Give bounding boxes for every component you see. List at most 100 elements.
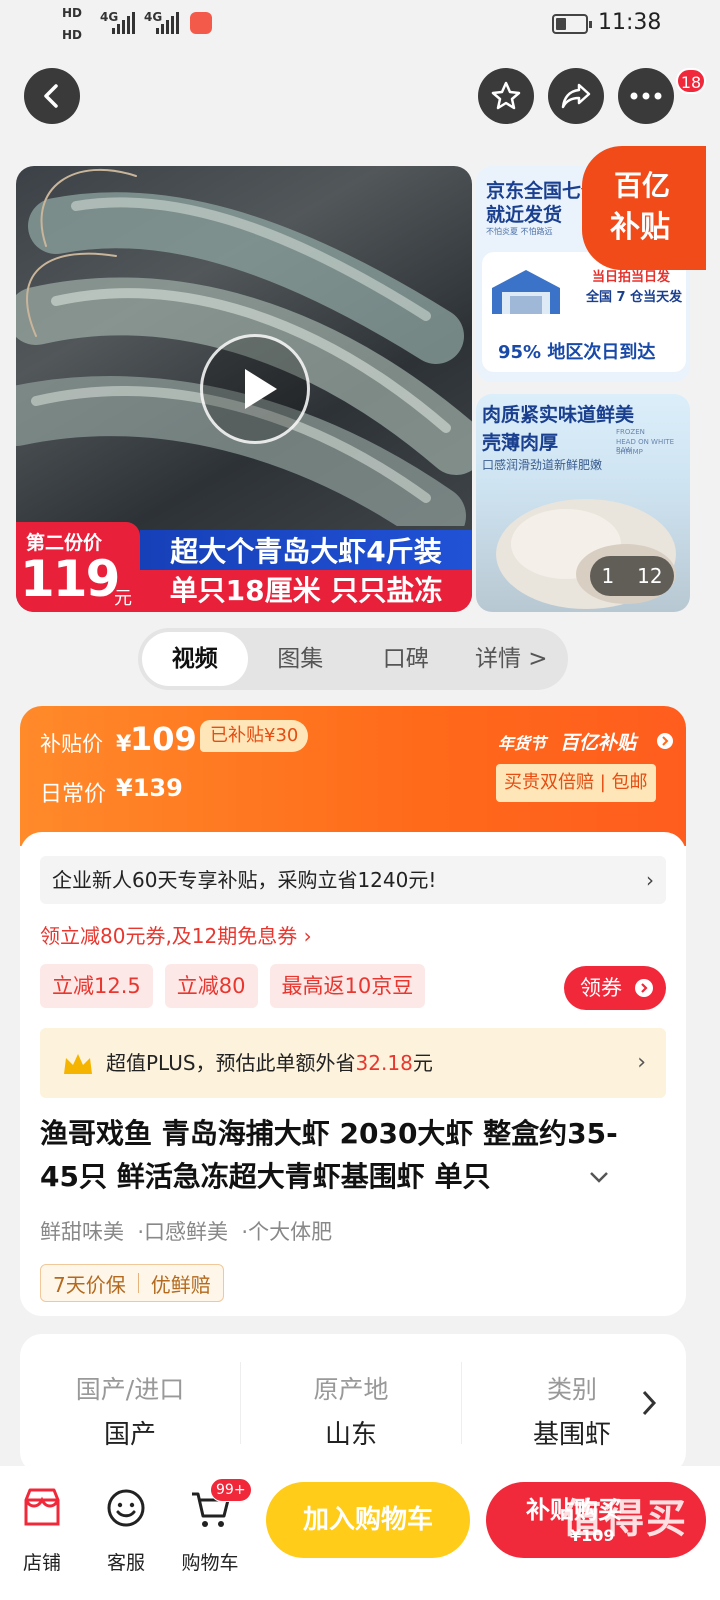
clock: 11:38: [598, 10, 662, 35]
app-notification-icon: [190, 12, 212, 34]
coupon-link[interactable]: 领立减80元券,及12期免息券 ›: [40, 920, 312, 949]
daily-price-label: 日常价: [40, 782, 107, 807]
back-button[interactable]: [24, 68, 80, 124]
chevron-left-icon: [44, 84, 58, 108]
enterprise-text: 企业新人60天专享补贴，采购立省1240元!: [52, 868, 437, 892]
attribute-value: 基围虾: [532, 1420, 611, 1450]
bottom-action-bar: 店铺 客服 99+ 购物车 加入购物车 补贴购买 ¥109 值得买 zhizhi…: [0, 1466, 720, 1600]
price-body: 企业新人60天专享补贴，采购立省1240元! › 领立减80元券,及12期免息券…: [20, 832, 686, 1316]
feature-item: 鲜甜味美: [40, 1220, 124, 1244]
thumb2-small-1: FROZEN: [616, 428, 645, 436]
subsidy-badge-top: 百亿: [614, 169, 671, 202]
get-coupon-label: 领券: [580, 976, 622, 1000]
hd-indicator-1: HD: [62, 6, 83, 20]
watermark-url: zhizhizhi.com: [568, 1576, 663, 1592]
discount-chip-1[interactable]: 立减12.5: [40, 964, 153, 1008]
service-tags[interactable]: 7天价保 优鲜赔: [40, 1264, 224, 1302]
plus-text-post: 元: [412, 1051, 433, 1075]
signal-icon-2: [156, 12, 179, 34]
main-product-video[interactable]: 第二份价 119 元 超大个青岛大虾4斤装 单只18厘米 只只盐冻: [16, 166, 472, 612]
attribute-origin-type: 国产/进口 国产: [20, 1334, 240, 1474]
plus-amount: 32.18: [355, 1051, 413, 1075]
discount-chip-3[interactable]: 最高返10京豆: [269, 964, 426, 1008]
play-icon[interactable]: [200, 334, 310, 444]
customer-service-icon: [107, 1489, 145, 1527]
price-tag-value: 119: [20, 550, 120, 608]
share-icon: [561, 83, 591, 109]
price-card: 补贴价 ¥ 109 已补贴¥30 日常价 ¥139 年货节 百亿补贴 买贵双倍赔…: [20, 706, 686, 1316]
thumb1-small-text: 不怕炎夏 不怕路远: [486, 227, 553, 236]
chevron-right-circle-icon: [635, 979, 653, 997]
guarantee-tag: 买贵双倍赔 | 包邮: [496, 764, 656, 802]
attribute-key: 原产地: [313, 1375, 389, 1404]
gallery-pager: 1 12: [590, 556, 674, 596]
thumb1-red-line2: 全国 7 仓当天发: [586, 290, 683, 305]
chevron-down-icon[interactable]: [588, 1170, 610, 1184]
attributes-card[interactable]: 国产/进口 国产 原产地 山东 类别 基围虾: [20, 1334, 686, 1474]
tab-gallery[interactable]: 图集: [248, 632, 354, 686]
feature-item: ·口感鲜美: [137, 1220, 229, 1244]
plus-banner[interactable]: 超值PLUS，预估此单额外省32.18元 ›: [40, 1028, 666, 1098]
chevron-right-icon: ›: [646, 868, 654, 892]
status-bar: HD HD 4G 4G 11:38: [0, 0, 720, 50]
attribute-value: 山东: [324, 1420, 377, 1450]
subsidy-price-label: 补贴价: [40, 732, 103, 756]
discount-chip-2[interactable]: 立减80: [164, 964, 258, 1008]
enterprise-banner[interactable]: 企业新人60天专享补贴，采购立省1240元! ›: [40, 856, 666, 904]
festival-label: 年货节: [498, 734, 547, 753]
pager-total: 12: [637, 564, 663, 588]
signal-icon-1: [112, 12, 135, 34]
tab-reviews[interactable]: 口碑: [353, 632, 459, 686]
subsidy-badge-bottom: 补贴: [610, 210, 670, 245]
thumb2-title-line2: 壳薄肉厚: [482, 432, 559, 454]
add-to-cart-button[interactable]: 加入购物车: [266, 1482, 470, 1558]
feature-list: 鲜甜味美 ·口感鲜美 ·个大体肥: [40, 1216, 332, 1246]
attribute-key: 国产/进口: [75, 1375, 185, 1404]
price-header: 补贴价 ¥ 109 已补贴¥30 日常价 ¥139 年货节 百亿补贴 买贵双倍赔…: [20, 706, 686, 846]
image-banner-line2: 单只18厘米 只只盐冻: [140, 570, 472, 612]
hd-indicator-2: HD: [62, 28, 83, 42]
cart-label: 购物车: [181, 1552, 239, 1574]
plus-text-pre: 超值PLUS，预估此单额外省: [106, 1051, 356, 1075]
star-icon: [491, 81, 521, 110]
crown-icon: [64, 1054, 92, 1074]
warehouse-icon: [492, 270, 560, 314]
tab-video[interactable]: 视频: [142, 632, 248, 686]
chevron-right-icon: ›: [637, 1050, 646, 1075]
discount-chips: 立减12.5 立减80 最高返10京豆: [40, 964, 437, 1008]
plus-text: 超值PLUS，预估此单额外省32.18元: [106, 1028, 433, 1098]
watermark-logo: 值得买: [562, 1496, 688, 1542]
second-item-price-tag: 第二份价 119 元: [16, 522, 140, 612]
pager-current: 1: [601, 564, 615, 588]
product-title: 渔哥戏鱼 青岛海捕大虾 2030大虾 整盒约35-45只 鲜活急冻超大青虾基围虾…: [40, 1117, 618, 1193]
cart-button[interactable]: 99+ 购物车: [174, 1478, 252, 1574]
thumb2-small-3: SHRIMP: [616, 448, 643, 456]
tab-details[interactable]: 详情 >: [459, 632, 565, 686]
get-coupon-button[interactable]: 领券: [564, 966, 666, 1010]
cart-badge: 99+: [210, 1478, 252, 1502]
customer-service-button[interactable]: 客服: [90, 1480, 162, 1574]
feature-item: ·个大体肥: [241, 1220, 333, 1244]
message-badge: 18: [676, 68, 706, 94]
more-button[interactable]: [618, 68, 674, 124]
chevron-right-icon[interactable]: [640, 1388, 658, 1418]
store-icon: [24, 1488, 60, 1526]
service-freshness-guarantee: 优鲜赔: [150, 1272, 211, 1297]
image-banner-line1: 超大个青岛大虾4斤装: [140, 530, 472, 574]
already-subsidy-tag: 已补贴¥30: [200, 720, 309, 752]
battery-icon: [552, 14, 592, 34]
favorite-button[interactable]: [478, 68, 534, 124]
brand-subsidy-label[interactable]: 百亿补贴: [560, 728, 636, 755]
store-label: 店铺: [22, 1552, 61, 1574]
thumb2-subtitle: 口感润滑劲道新鲜肥嫩: [482, 458, 603, 472]
daily-price-value: ¥139: [116, 774, 183, 802]
customer-service-label: 客服: [106, 1552, 145, 1574]
price-tag-unit: 元: [114, 588, 132, 609]
store-button[interactable]: 店铺: [6, 1480, 78, 1574]
subsidy-price-value: 109: [130, 720, 197, 758]
thumb1-blue-text: 95% 地区次日到达: [498, 342, 656, 363]
share-button[interactable]: [548, 68, 604, 124]
attribute-value: 国产: [103, 1420, 156, 1450]
billion-subsidy-badge: 百亿 补贴: [582, 146, 706, 270]
chevron-right-circle-icon: [657, 733, 673, 749]
